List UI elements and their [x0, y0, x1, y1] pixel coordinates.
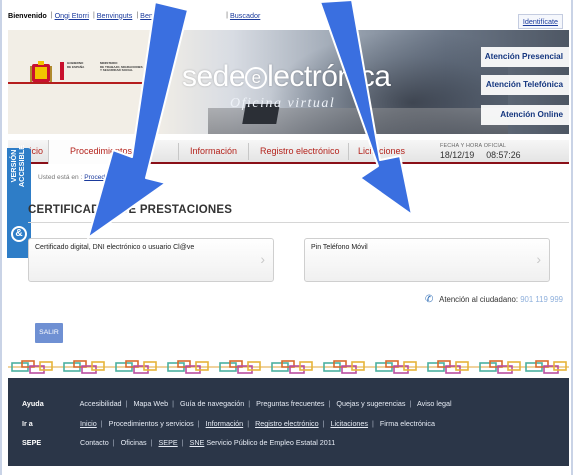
- footer-link: Servicio Público de Empleo Estatal 2011: [206, 438, 336, 447]
- lang-benvinguts[interactable]: Benvinguts: [97, 11, 133, 20]
- nav-item-registro[interactable]: Registro electrónico: [260, 146, 340, 156]
- footer-link[interactable]: SNE: [190, 438, 205, 447]
- language-bar: Bienvenido | Ongi Etorri | Benvinguts | …: [8, 8, 262, 22]
- footer-link[interactable]: Inicio: [80, 419, 97, 428]
- footer-link[interactable]: Accesibilidad: [80, 399, 122, 408]
- citizen-support: ✆ Atención al ciudadano: 901 119 999: [425, 294, 563, 305]
- oficina-virtual-tagline: Oficina virtual: [230, 96, 336, 111]
- header-banner: GOBIERNO DE ESPAÑA MINISTERIO DE TRABAJO…: [8, 30, 569, 134]
- breadcrumb-link[interactable]: Procedimientos: [84, 174, 129, 181]
- ministry-logo: MINISTERIO DE TRABAJO, MIGRACIONES Y SEG…: [100, 61, 143, 73]
- nav-item-licitaciones[interactable]: Licitaciones: [358, 146, 405, 156]
- footer-link[interactable]: Licitaciones: [330, 419, 368, 428]
- official-datetime: FECHA Y HORA OFICIAL 18/12/19 08:57:26: [440, 143, 533, 160]
- footer-sepe-row: SEPE Contacto | Oficinas | SEPE | SNE Servi…: [22, 438, 336, 447]
- chevron-right-icon: ›: [536, 251, 541, 267]
- coat-of-arms-icon: [30, 61, 52, 82]
- footer-link[interactable]: Guía de navegación: [180, 399, 244, 408]
- footer-link[interactable]: Firma electrónica: [380, 419, 435, 428]
- datetime-label: FECHA Y HORA OFICIAL: [440, 143, 507, 149]
- footer-help-row: Ayuda Accesibilidad | Mapa Web | Guía de n…: [22, 399, 452, 408]
- footer-goto-row: Ir a Inicio | Procedimientos y servicios |…: [22, 419, 436, 428]
- nav-item-procedimientos[interactable]: Procedimientos: [70, 146, 132, 156]
- footer-link[interactable]: SEPE: [159, 438, 178, 447]
- phone-icon: ✆: [425, 294, 434, 305]
- breadcrumb: Usted está en : Procedimientos: [38, 174, 130, 181]
- lang-separator: |: [50, 11, 53, 19]
- lang-separator: |: [136, 11, 139, 19]
- attention-phone-button[interactable]: Atención Telefónica: [481, 75, 569, 95]
- card-label: Certificado digital, DNI electrónico o u…: [35, 244, 195, 251]
- sede-electronica-logo[interactable]: sede e lectrónica: [182, 60, 391, 94]
- page-title: CERTIFICADOS DE PRESTACIONES: [28, 204, 233, 216]
- lang-benvido[interactable]: Benvido: [140, 11, 166, 20]
- chevron-right-icon: ›: [260, 251, 265, 267]
- footer-link[interactable]: Quejas y sugerencias: [336, 399, 405, 408]
- nav-item-informacion[interactable]: Información: [190, 146, 237, 156]
- footer-link[interactable]: Contacto: [80, 438, 109, 447]
- lang-separator: |: [226, 11, 228, 19]
- footer-link[interactable]: Aviso legal: [417, 399, 452, 408]
- footer: Ayuda Accesibilidad | Mapa Web | Guía de n…: [8, 378, 569, 466]
- pin-mobile-card[interactable]: Pin Teléfono Móvil ›: [304, 238, 550, 282]
- attention-in-person-button[interactable]: Atención Presencial: [481, 47, 569, 67]
- exit-button[interactable]: SALIR: [35, 323, 63, 343]
- lang-bienvenido[interactable]: Bienvenido: [8, 11, 47, 20]
- lang-ongi-etorri[interactable]: Ongi Etorri: [55, 11, 89, 20]
- decorative-pattern: [8, 360, 569, 374]
- footer-link[interactable]: Oficinas: [121, 438, 147, 447]
- footer-link[interactable]: Preguntas frecuentes: [256, 399, 324, 408]
- official-date: 18/12/19: [440, 150, 475, 160]
- official-time: 08:57:26: [486, 150, 521, 160]
- footer-link[interactable]: Mapa Web: [133, 399, 168, 408]
- main-nav: Inicio Procedimientos Información Regist…: [8, 140, 569, 164]
- footer-link[interactable]: Información: [206, 419, 244, 428]
- search-link[interactable]: Buscador: [230, 11, 260, 20]
- lang-separator: |: [92, 11, 95, 19]
- page: Bienvenido | Ongi Etorri | Benvinguts | …: [0, 0, 573, 475]
- attention-online-button[interactable]: Atención Online: [481, 105, 569, 125]
- card-label: Pin Teléfono Móvil: [311, 244, 368, 251]
- footer-link[interactable]: Procedimientos y servicios: [109, 419, 194, 428]
- digital-certificate-card[interactable]: Certificado digital, DNI electrónico o u…: [28, 238, 274, 282]
- citizen-phone-number[interactable]: 901 119 999: [520, 295, 563, 304]
- government-logo: GOBIERNO DE ESPAÑA: [60, 61, 94, 80]
- accessibility-icon: &: [11, 226, 27, 242]
- footer-link[interactable]: Registro electrónico: [255, 419, 319, 428]
- identify-link[interactable]: Identifícate: [517, 14, 563, 29]
